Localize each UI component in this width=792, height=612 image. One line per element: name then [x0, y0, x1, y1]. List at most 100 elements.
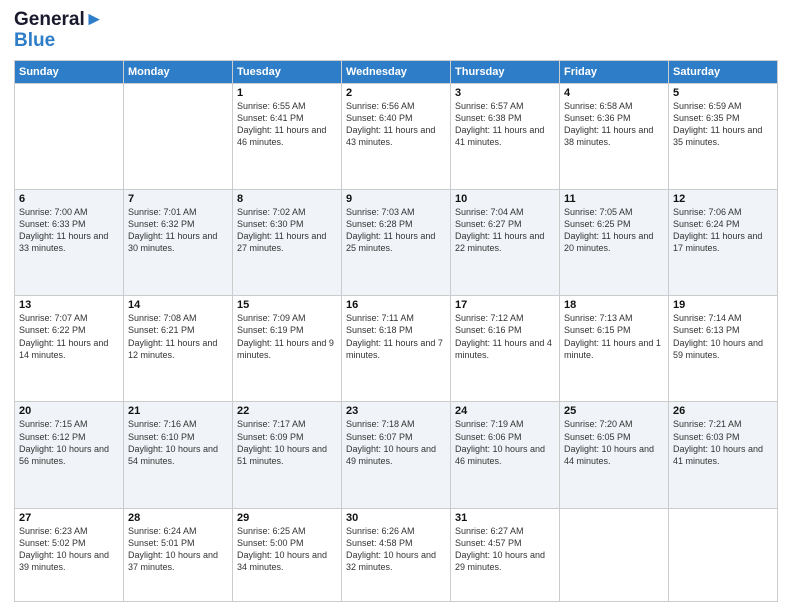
- day-number: 29: [237, 512, 337, 524]
- day-info: Sunrise: 6:26 AM Sunset: 4:58 PM Dayligh…: [346, 525, 446, 574]
- calendar-cell: 13Sunrise: 7:07 AM Sunset: 6:22 PM Dayli…: [15, 296, 124, 402]
- calendar-cell: 8Sunrise: 7:02 AM Sunset: 6:30 PM Daylig…: [233, 190, 342, 296]
- day-number: 6: [19, 193, 119, 205]
- day-info: Sunrise: 7:06 AM Sunset: 6:24 PM Dayligh…: [673, 206, 773, 255]
- day-number: 9: [346, 193, 446, 205]
- day-info: Sunrise: 7:05 AM Sunset: 6:25 PM Dayligh…: [564, 206, 664, 255]
- calendar-cell: 7Sunrise: 7:01 AM Sunset: 6:32 PM Daylig…: [124, 190, 233, 296]
- calendar-cell: 17Sunrise: 7:12 AM Sunset: 6:16 PM Dayli…: [451, 296, 560, 402]
- day-number: 15: [237, 299, 337, 311]
- weekday-header-saturday: Saturday: [669, 60, 778, 83]
- page: General► Blue SundayMondayTuesdayWednesd…: [0, 0, 792, 612]
- day-number: 3: [455, 87, 555, 99]
- calendar-cell: [560, 508, 669, 601]
- day-info: Sunrise: 6:56 AM Sunset: 6:40 PM Dayligh…: [346, 100, 446, 149]
- day-number: 25: [564, 405, 664, 417]
- day-info: Sunrise: 7:09 AM Sunset: 6:19 PM Dayligh…: [237, 312, 337, 361]
- weekday-header-thursday: Thursday: [451, 60, 560, 83]
- day-number: 1: [237, 87, 337, 99]
- logo-line1: General►: [14, 10, 104, 31]
- day-info: Sunrise: 7:07 AM Sunset: 6:22 PM Dayligh…: [19, 312, 119, 361]
- day-number: 11: [564, 193, 664, 205]
- day-number: 31: [455, 512, 555, 524]
- header: General► Blue: [14, 10, 778, 52]
- day-info: Sunrise: 7:08 AM Sunset: 6:21 PM Dayligh…: [128, 312, 228, 361]
- calendar-cell: 12Sunrise: 7:06 AM Sunset: 6:24 PM Dayli…: [669, 190, 778, 296]
- weekday-header-sunday: Sunday: [15, 60, 124, 83]
- calendar-cell: 11Sunrise: 7:05 AM Sunset: 6:25 PM Dayli…: [560, 190, 669, 296]
- calendar-cell: 15Sunrise: 7:09 AM Sunset: 6:19 PM Dayli…: [233, 296, 342, 402]
- weekday-header-wednesday: Wednesday: [342, 60, 451, 83]
- day-number: 26: [673, 405, 773, 417]
- calendar-cell: 26Sunrise: 7:21 AM Sunset: 6:03 PM Dayli…: [669, 402, 778, 508]
- day-number: 8: [237, 193, 337, 205]
- calendar-cell: 4Sunrise: 6:58 AM Sunset: 6:36 PM Daylig…: [560, 83, 669, 189]
- day-info: Sunrise: 7:21 AM Sunset: 6:03 PM Dayligh…: [673, 418, 773, 467]
- calendar-cell: 28Sunrise: 6:24 AM Sunset: 5:01 PM Dayli…: [124, 508, 233, 601]
- day-number: 16: [346, 299, 446, 311]
- calendar-cell: 30Sunrise: 6:26 AM Sunset: 4:58 PM Dayli…: [342, 508, 451, 601]
- weekday-header-tuesday: Tuesday: [233, 60, 342, 83]
- day-info: Sunrise: 6:24 AM Sunset: 5:01 PM Dayligh…: [128, 525, 228, 574]
- day-info: Sunrise: 6:25 AM Sunset: 5:00 PM Dayligh…: [237, 525, 337, 574]
- day-number: 30: [346, 512, 446, 524]
- calendar-cell: 29Sunrise: 6:25 AM Sunset: 5:00 PM Dayli…: [233, 508, 342, 601]
- day-info: Sunrise: 7:18 AM Sunset: 6:07 PM Dayligh…: [346, 418, 446, 467]
- day-info: Sunrise: 7:15 AM Sunset: 6:12 PM Dayligh…: [19, 418, 119, 467]
- day-info: Sunrise: 7:11 AM Sunset: 6:18 PM Dayligh…: [346, 312, 446, 361]
- day-info: Sunrise: 7:16 AM Sunset: 6:10 PM Dayligh…: [128, 418, 228, 467]
- day-info: Sunrise: 6:59 AM Sunset: 6:35 PM Dayligh…: [673, 100, 773, 149]
- day-number: 17: [455, 299, 555, 311]
- day-number: 7: [128, 193, 228, 205]
- calendar-cell: 18Sunrise: 7:13 AM Sunset: 6:15 PM Dayli…: [560, 296, 669, 402]
- day-number: 2: [346, 87, 446, 99]
- day-info: Sunrise: 7:00 AM Sunset: 6:33 PM Dayligh…: [19, 206, 119, 255]
- calendar-cell: [15, 83, 124, 189]
- day-info: Sunrise: 6:55 AM Sunset: 6:41 PM Dayligh…: [237, 100, 337, 149]
- day-info: Sunrise: 6:23 AM Sunset: 5:02 PM Dayligh…: [19, 525, 119, 574]
- calendar-cell: 20Sunrise: 7:15 AM Sunset: 6:12 PM Dayli…: [15, 402, 124, 508]
- weekday-header-friday: Friday: [560, 60, 669, 83]
- day-number: 20: [19, 405, 119, 417]
- day-number: 28: [128, 512, 228, 524]
- day-number: 21: [128, 405, 228, 417]
- day-info: Sunrise: 6:58 AM Sunset: 6:36 PM Dayligh…: [564, 100, 664, 149]
- day-number: 22: [237, 405, 337, 417]
- calendar-cell: 27Sunrise: 6:23 AM Sunset: 5:02 PM Dayli…: [15, 508, 124, 601]
- calendar-table: SundayMondayTuesdayWednesdayThursdayFrid…: [14, 60, 778, 602]
- calendar-cell: 6Sunrise: 7:00 AM Sunset: 6:33 PM Daylig…: [15, 190, 124, 296]
- calendar-cell: 22Sunrise: 7:17 AM Sunset: 6:09 PM Dayli…: [233, 402, 342, 508]
- calendar-cell: 14Sunrise: 7:08 AM Sunset: 6:21 PM Dayli…: [124, 296, 233, 402]
- calendar-cell: 2Sunrise: 6:56 AM Sunset: 6:40 PM Daylig…: [342, 83, 451, 189]
- calendar-cell: [124, 83, 233, 189]
- day-info: Sunrise: 7:04 AM Sunset: 6:27 PM Dayligh…: [455, 206, 555, 255]
- calendar-cell: 24Sunrise: 7:19 AM Sunset: 6:06 PM Dayli…: [451, 402, 560, 508]
- day-number: 4: [564, 87, 664, 99]
- calendar-cell: 1Sunrise: 6:55 AM Sunset: 6:41 PM Daylig…: [233, 83, 342, 189]
- day-info: Sunrise: 7:20 AM Sunset: 6:05 PM Dayligh…: [564, 418, 664, 467]
- calendar-cell: 19Sunrise: 7:14 AM Sunset: 6:13 PM Dayli…: [669, 296, 778, 402]
- calendar-cell: 5Sunrise: 6:59 AM Sunset: 6:35 PM Daylig…: [669, 83, 778, 189]
- calendar-cell: 25Sunrise: 7:20 AM Sunset: 6:05 PM Dayli…: [560, 402, 669, 508]
- day-number: 27: [19, 512, 119, 524]
- day-info: Sunrise: 7:14 AM Sunset: 6:13 PM Dayligh…: [673, 312, 773, 361]
- day-info: Sunrise: 7:17 AM Sunset: 6:09 PM Dayligh…: [237, 418, 337, 467]
- day-info: Sunrise: 7:19 AM Sunset: 6:06 PM Dayligh…: [455, 418, 555, 467]
- day-info: Sunrise: 6:27 AM Sunset: 4:57 PM Dayligh…: [455, 525, 555, 574]
- day-number: 18: [564, 299, 664, 311]
- day-number: 24: [455, 405, 555, 417]
- calendar-cell: 23Sunrise: 7:18 AM Sunset: 6:07 PM Dayli…: [342, 402, 451, 508]
- calendar-cell: 31Sunrise: 6:27 AM Sunset: 4:57 PM Dayli…: [451, 508, 560, 601]
- day-info: Sunrise: 6:57 AM Sunset: 6:38 PM Dayligh…: [455, 100, 555, 149]
- day-number: 23: [346, 405, 446, 417]
- day-number: 10: [455, 193, 555, 205]
- weekday-header-monday: Monday: [124, 60, 233, 83]
- calendar-cell: 10Sunrise: 7:04 AM Sunset: 6:27 PM Dayli…: [451, 190, 560, 296]
- day-info: Sunrise: 7:01 AM Sunset: 6:32 PM Dayligh…: [128, 206, 228, 255]
- logo: General► Blue: [14, 10, 104, 52]
- day-number: 12: [673, 193, 773, 205]
- calendar-cell: 16Sunrise: 7:11 AM Sunset: 6:18 PM Dayli…: [342, 296, 451, 402]
- day-number: 14: [128, 299, 228, 311]
- calendar-cell: 3Sunrise: 6:57 AM Sunset: 6:38 PM Daylig…: [451, 83, 560, 189]
- calendar-cell: 9Sunrise: 7:03 AM Sunset: 6:28 PM Daylig…: [342, 190, 451, 296]
